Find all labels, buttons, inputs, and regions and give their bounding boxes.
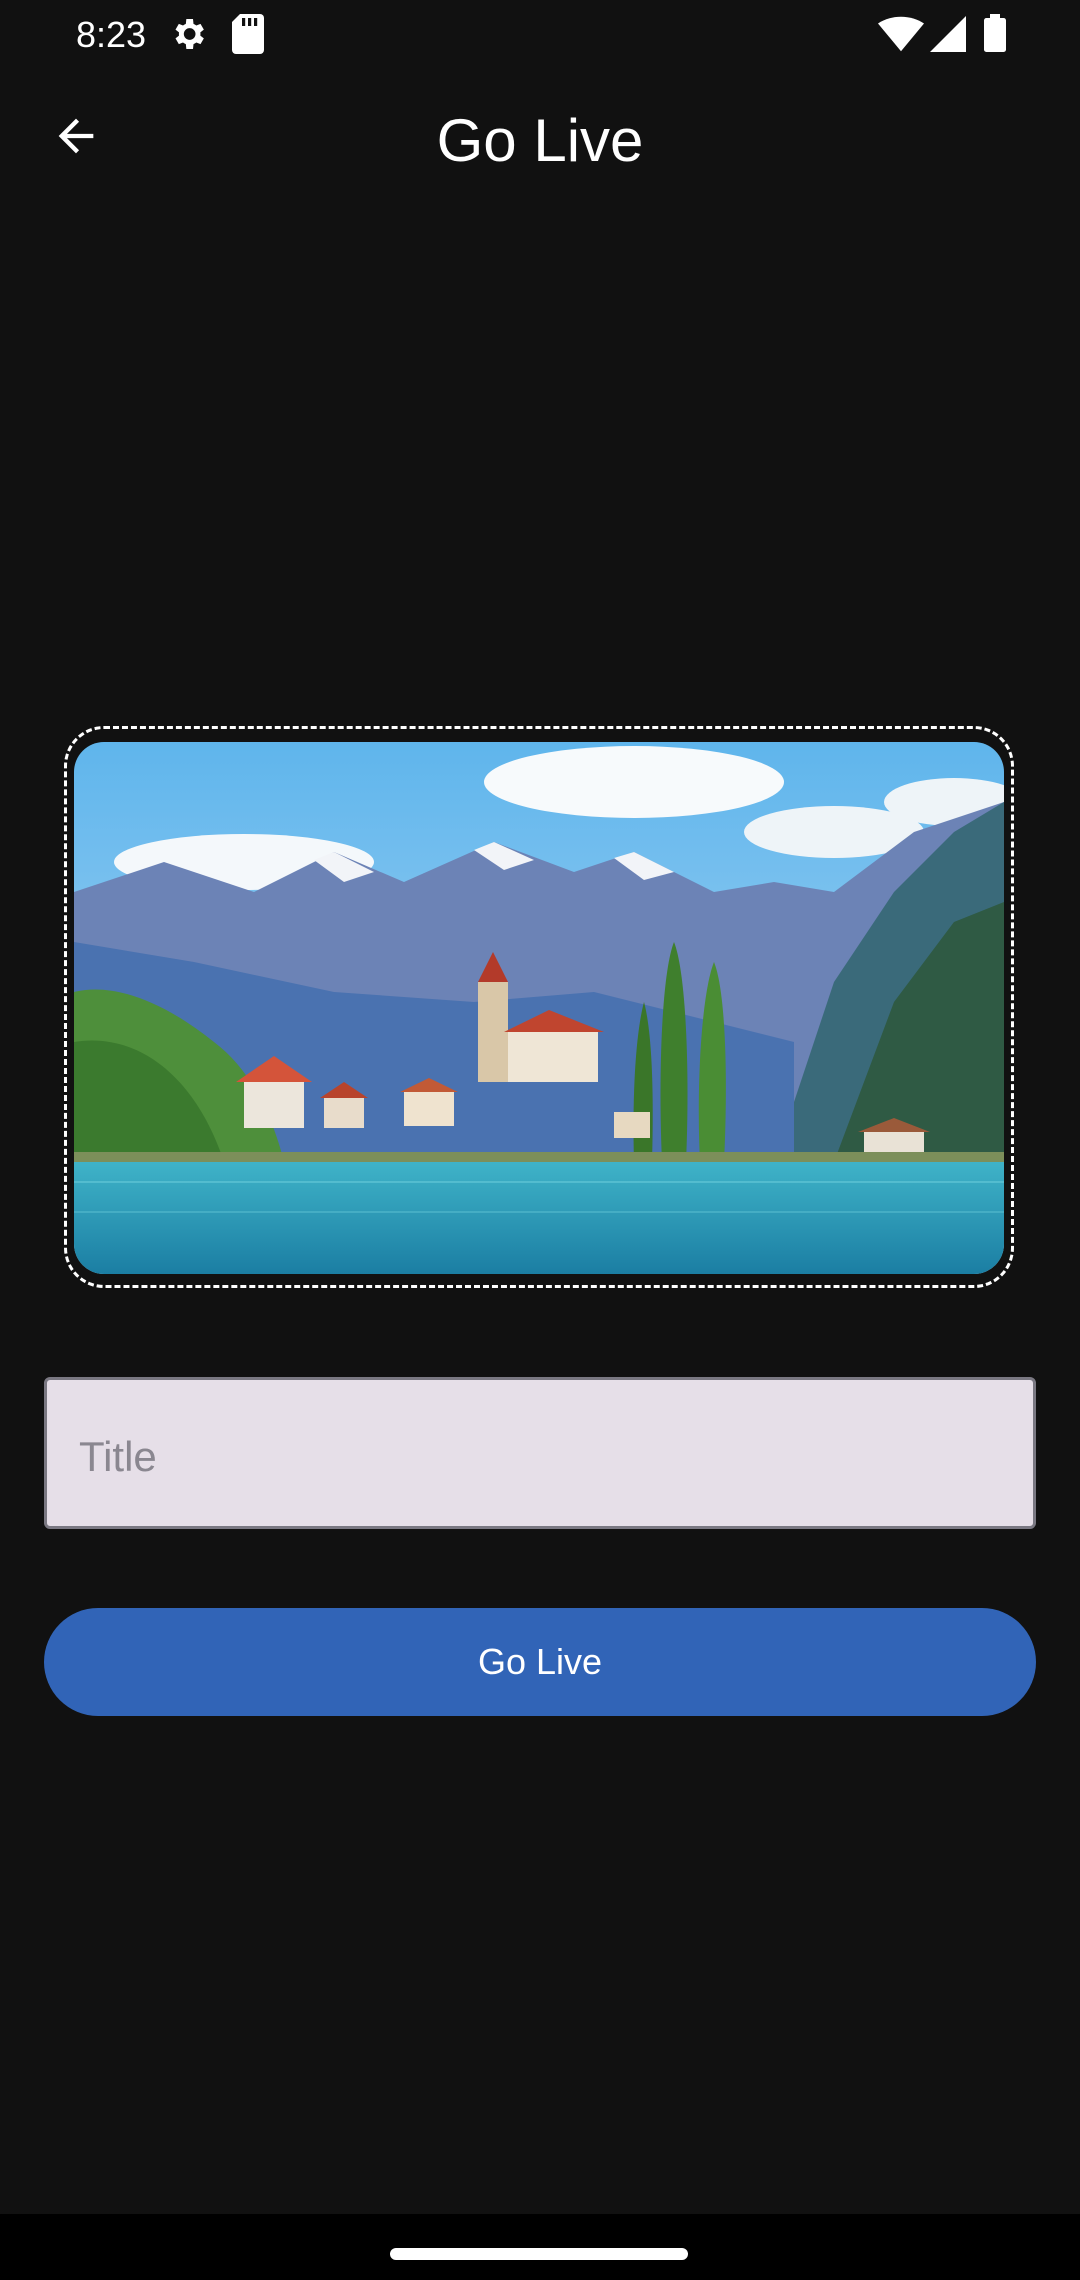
- sd-card-icon: [232, 14, 264, 59]
- wifi-icon: [878, 16, 924, 57]
- thumbnail-picker[interactable]: [64, 726, 1014, 1288]
- go-live-button-label: Go Live: [477, 1641, 603, 1682]
- battery-icon: [984, 14, 1006, 57]
- home-indicator[interactable]: [390, 2248, 688, 2260]
- title-input[interactable]: [77, 1416, 1001, 1498]
- settings-gear-icon: [168, 14, 208, 59]
- go-live-button[interactable]: Go Live: [44, 1608, 1036, 1716]
- status-time: 8:23: [76, 14, 147, 55]
- navigation-bar: [0, 2214, 1080, 2280]
- app-bar: Go Live: [0, 70, 1080, 215]
- title-field[interactable]: [44, 1377, 1036, 1529]
- page-title: Go Live: [436, 107, 644, 174]
- cellular-signal-icon: [930, 16, 966, 57]
- thumbnail-image: [74, 742, 1004, 1274]
- status-bar: 8:23: [0, 0, 1080, 70]
